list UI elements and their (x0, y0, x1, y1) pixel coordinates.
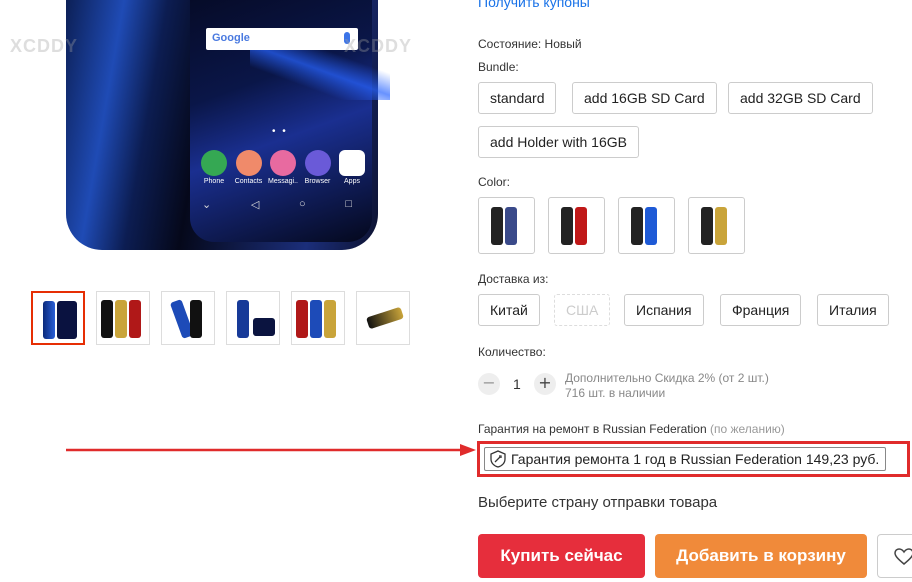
heart-icon (894, 548, 912, 565)
bundle-option-holder[interactable]: add Holder with 16GB (478, 126, 639, 158)
nav-down-icon: ⌄ (202, 199, 212, 211)
browser-app-icon: Browser (302, 150, 334, 185)
color-swatch-red[interactable] (548, 197, 605, 254)
warranty-label: Гарантия на ремонт в Russian Federation … (478, 422, 785, 436)
google-search-bar: Google (206, 28, 358, 50)
app-dock: Phone Contacts Messagi.. Browser Apps (198, 150, 368, 185)
google-logo: Google (212, 32, 250, 44)
bulk-discount-text: Дополнительно Скидка 2% (от 2 шт.) (565, 371, 769, 385)
color-label: Color: (478, 175, 511, 189)
bundle-label: Bundle: (478, 60, 519, 74)
ship-from-france[interactable]: Франция (720, 294, 802, 326)
messages-app-icon: Messagi.. (267, 150, 299, 185)
warranty-highlight-box: Гарантия ремонта 1 год в Russian Federat… (477, 441, 910, 477)
thumbnail-2[interactable] (96, 291, 150, 345)
thumbnail-4[interactable] (226, 291, 280, 345)
condition-label: Состояние: Новый (478, 37, 582, 51)
product-main-image[interactable]: Google • • Phone Contacts Messagi.. Brow… (60, 0, 390, 272)
bundle-option-16gb[interactable]: add 16GB SD Card (572, 82, 717, 114)
thumbnail-5[interactable] (291, 291, 345, 345)
warranty-option[interactable]: Гарантия ремонта 1 год в Russian Federat… (484, 447, 887, 471)
select-country-prompt: Выберите страну отправки товара (478, 494, 718, 511)
nav-recent-icon: □ (345, 198, 352, 210)
warranty-optional-note: (по желанию) (709, 422, 785, 436)
color-swatch-gold[interactable] (688, 197, 745, 254)
shipping-label: Доставка из: (478, 272, 549, 286)
add-to-cart-button[interactable]: Добавить в корзину (655, 534, 867, 578)
watermark-logo-left: XCDDY (10, 36, 79, 56)
ship-from-italy[interactable]: Италия (817, 294, 889, 326)
red-arrow-annotation (66, 444, 476, 456)
watermark-logo-right: XCDDY (344, 36, 413, 56)
page-dots: • • (272, 126, 288, 137)
color-swatch-dark-blue[interactable] (478, 197, 535, 254)
wishlist-button[interactable] (877, 534, 912, 578)
quantity-label: Количество: (478, 345, 546, 359)
get-coupons-link[interactable]: Получить купоны (478, 0, 590, 10)
thumbnail-strip (31, 291, 421, 345)
warranty-option-label: Гарантия ремонта 1 год в Russian Federat… (511, 451, 880, 467)
nav-home-icon: ○ (299, 198, 306, 210)
bundle-option-standard[interactable]: standard (478, 82, 557, 114)
contacts-app-icon: Contacts (233, 150, 265, 185)
quantity-value[interactable]: 1 (513, 376, 521, 392)
phone-app-icon: Phone (198, 150, 230, 185)
apps-grid-icon: Apps (336, 150, 368, 185)
ship-from-china[interactable]: Китай (478, 294, 540, 326)
thumbnail-3[interactable] (161, 291, 215, 345)
thumbnail-1[interactable] (31, 291, 85, 345)
ship-from-spain[interactable]: Испания (624, 294, 704, 326)
stock-count: 716 шт. в наличии (565, 386, 666, 400)
buy-now-button[interactable]: Купить сейчас (478, 534, 645, 578)
thumbnail-6[interactable] (356, 291, 410, 345)
shield-wrench-icon (490, 450, 506, 468)
color-swatch-blue[interactable] (618, 197, 675, 254)
bundle-option-32gb[interactable]: add 32GB SD Card (728, 82, 873, 114)
quantity-plus-button[interactable]: + (534, 373, 556, 395)
phone-nav-bar: ⌄ ◁ ○ □ (202, 198, 352, 211)
nav-back-icon: ◁ (250, 199, 260, 211)
ship-from-usa[interactable]: США (554, 294, 611, 326)
quantity-minus-button[interactable]: − (478, 373, 500, 395)
